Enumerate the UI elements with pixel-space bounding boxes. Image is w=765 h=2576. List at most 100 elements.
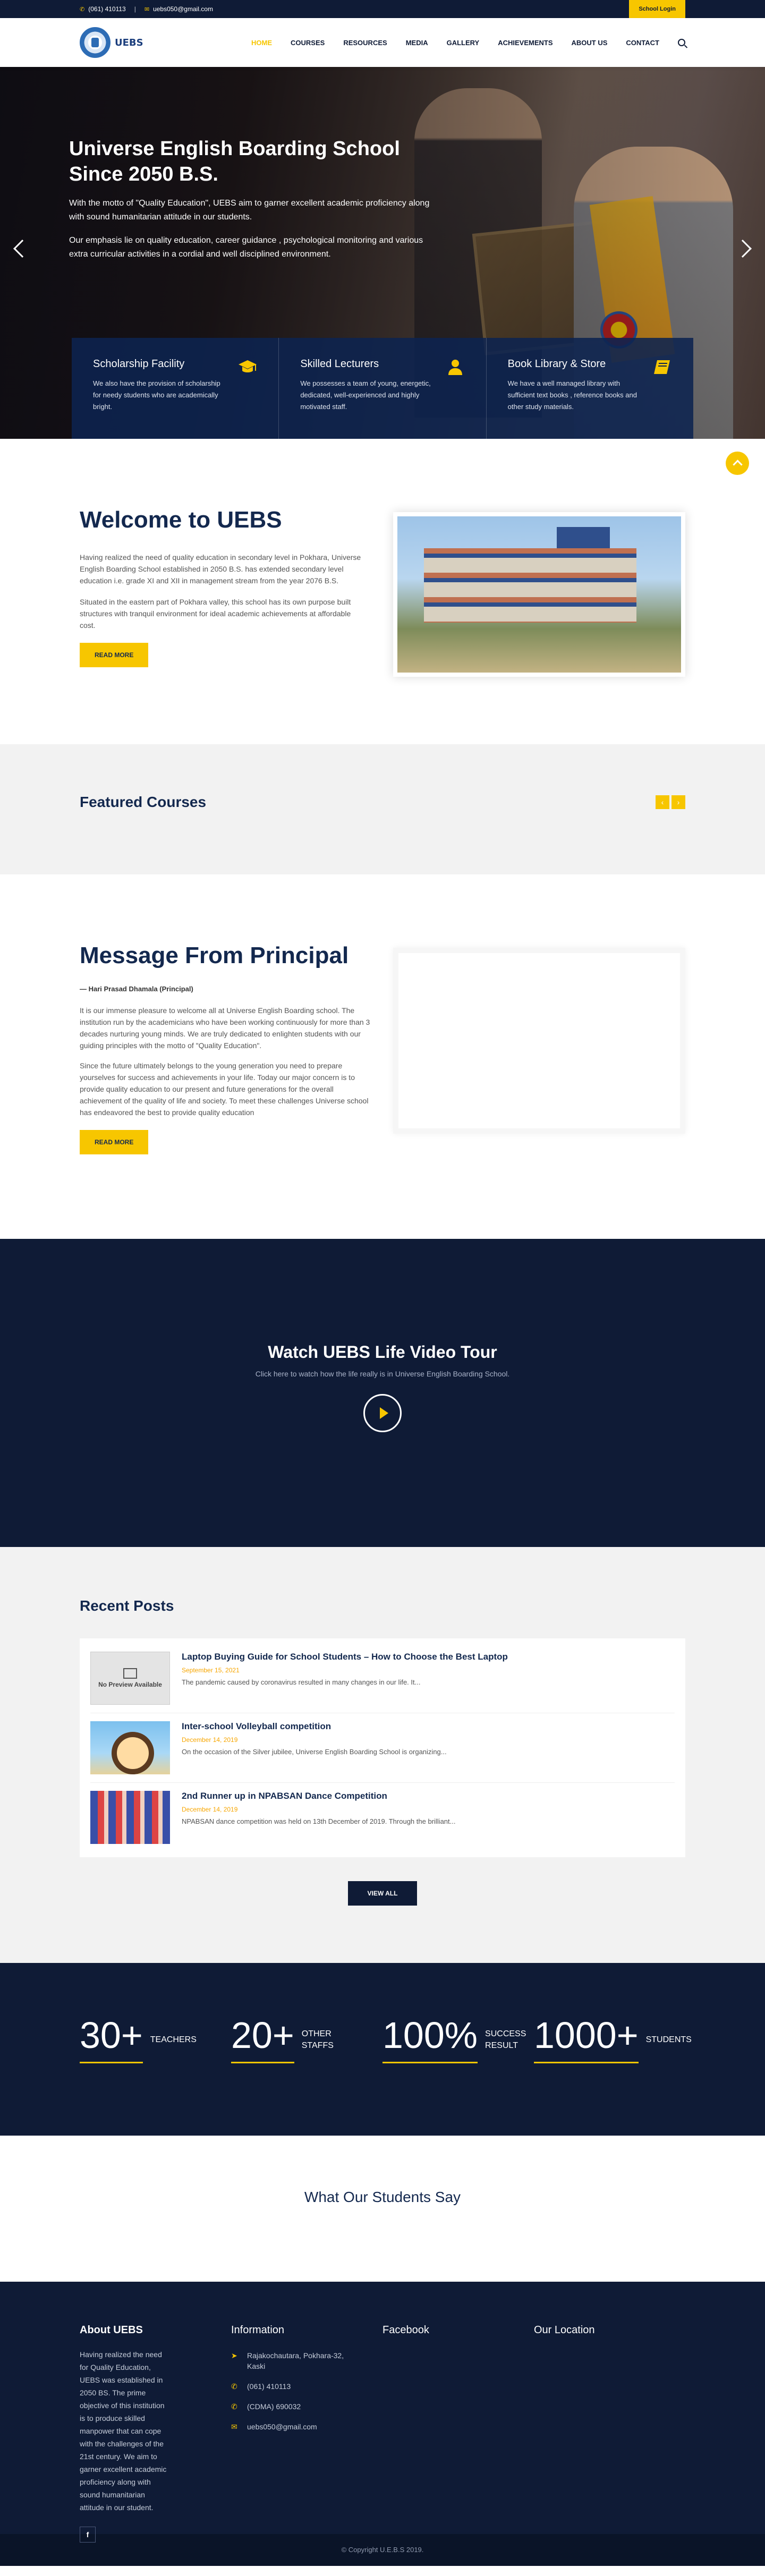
stat-number: 100% bbox=[382, 2014, 478, 2056]
nav-media[interactable]: MEDIA bbox=[406, 39, 428, 47]
footer-cdma-text: (CDMA) 690032 bbox=[247, 2402, 301, 2411]
post-title[interactable]: Inter-school Volleyball competition bbox=[182, 1721, 331, 1731]
footer-email-text: uebs050@gmail.com bbox=[247, 2422, 317, 2431]
post-excerpt: On the occasion of the Silver jubilee, U… bbox=[182, 1748, 447, 1756]
feature-library: Book Library & Store We have a well mana… bbox=[486, 338, 693, 439]
feature-title: Book Library & Store bbox=[507, 358, 606, 370]
header: UEBS HOME COURSES RESOURCES MEDIA GALLER… bbox=[0, 18, 765, 67]
envelope-icon: ✉ bbox=[231, 2422, 237, 2431]
hero-text-1: With the motto of "Quality Education", U… bbox=[69, 199, 430, 222]
principal-message-section: Message From Principal — Hari Prasad Dha… bbox=[0, 874, 765, 1239]
search-icon[interactable] bbox=[678, 39, 685, 46]
welcome-text-1: Having realized the need of quality educ… bbox=[80, 553, 361, 585]
footer-about-title: About UEBS bbox=[80, 2324, 143, 2336]
hero-slider: Universe English Boarding School Since 2… bbox=[0, 67, 765, 439]
video-tour-section: Watch UEBS Life Video Tour Click here to… bbox=[0, 1239, 765, 1547]
stat-label: OTHER STAFFS bbox=[301, 2029, 334, 2050]
no-preview-text: No Preview Available bbox=[98, 1681, 162, 1688]
post-title[interactable]: Laptop Buying Guide for School Students … bbox=[182, 1652, 508, 1662]
principal-signature: — Hari Prasad Dhamala (Principal) bbox=[80, 985, 193, 993]
post-thumbnail[interactable]: No Preview Available bbox=[90, 1652, 170, 1705]
feature-lecturers: Skilled Lecturers We possesses a team of… bbox=[279, 338, 487, 439]
courses-next-button[interactable]: › bbox=[672, 795, 685, 809]
principal-title: Message From Principal bbox=[80, 942, 349, 968]
footer-about: About UEBS Having realized the need for … bbox=[80, 2324, 231, 2543]
post-thumbnail[interactable] bbox=[90, 1721, 170, 1774]
testimonials-section: What Our Students Say bbox=[0, 2136, 765, 2282]
nav-gallery[interactable]: GALLERY bbox=[447, 39, 480, 47]
testimonials-title: What Our Students Say bbox=[304, 2189, 461, 2205]
building-tower bbox=[557, 527, 610, 551]
footer-facebook: Facebook bbox=[382, 2324, 534, 2543]
stat-teachers: 30+ TEACHERS bbox=[80, 2016, 231, 2063]
feature-boxes: Scholarship Facility We also have the pr… bbox=[72, 338, 693, 439]
feature-text: We also have the provision of scholarshi… bbox=[93, 379, 220, 411]
phone-icon: ✆ bbox=[231, 2402, 237, 2411]
feature-title: Scholarship Facility bbox=[93, 358, 185, 370]
footer-phone[interactable]: ✆ (061) 410113 bbox=[231, 2381, 364, 2392]
building bbox=[424, 548, 636, 623]
topbar-phone[interactable]: ✆ (061) 410113 bbox=[80, 5, 126, 13]
stat-other-staffs: 20+ OTHER STAFFS bbox=[231, 2016, 382, 2063]
welcome-text-column: Welcome to UEBS Having realized the need… bbox=[80, 507, 361, 677]
nav-contact[interactable]: CONTACT bbox=[626, 39, 659, 47]
nav-home[interactable]: HOME bbox=[251, 39, 272, 47]
image-icon bbox=[123, 1668, 137, 1679]
welcome-text-2: Situated in the eastern part of Pokhara … bbox=[80, 598, 351, 630]
stat-label: STUDENTS bbox=[645, 2035, 692, 2044]
footer-about-text: Having realized the need for Quality Edu… bbox=[80, 2350, 167, 2512]
topbar-separator: | bbox=[134, 5, 136, 13]
nav-courses[interactable]: COURSES bbox=[291, 39, 325, 47]
book-icon bbox=[653, 360, 670, 374]
stat-label: SUCCESS RESULT bbox=[485, 2029, 526, 2050]
stats-section: 30+ TEACHERS 20+ OTHER STAFFS 100% SUCCE… bbox=[0, 1963, 765, 2136]
phone-icon: ✆ bbox=[80, 6, 85, 13]
list-item[interactable]: No Preview Available Laptop Buying Guide… bbox=[90, 1644, 675, 1713]
facebook-icon[interactable]: f bbox=[80, 2527, 96, 2543]
feature-text: We have a well managed library with suff… bbox=[507, 379, 637, 411]
courses-prev-button[interactable]: ‹ bbox=[656, 795, 669, 809]
nav-about-us[interactable]: ABOUT US bbox=[572, 39, 608, 47]
main-nav: HOME COURSES RESOURCES MEDIA GALLERY ACH… bbox=[251, 39, 685, 47]
post-title[interactable]: 2nd Runner up in NPABSAN Dance Competiti… bbox=[182, 1791, 387, 1801]
stat-success-result: 100% SUCCESS RESULT bbox=[382, 2016, 534, 2063]
nav-resources[interactable]: RESOURCES bbox=[343, 39, 387, 47]
footer-information: Information ➤ Rajakochautara, Pokhara-32,… bbox=[231, 2324, 382, 2543]
featured-courses-title: Featured Courses bbox=[80, 794, 207, 810]
copyright-text: © Copyright U.E.B.S 2019. bbox=[341, 2546, 424, 2554]
list-item[interactable]: 2nd Runner up in NPABSAN Dance Competiti… bbox=[90, 1783, 675, 1852]
play-icon[interactable] bbox=[363, 1394, 402, 1432]
footer-location-title: Our Location bbox=[534, 2324, 595, 2336]
hero-content: Universe English Boarding School Since 2… bbox=[69, 136, 430, 261]
principal-text-1: It is our immense pleasure to welcome al… bbox=[80, 1006, 370, 1050]
video-subtitle[interactable]: Click here to watch how the life really … bbox=[0, 1370, 765, 1378]
post-date: December 14, 2019 bbox=[182, 1736, 238, 1744]
scroll-to-top-button[interactable] bbox=[726, 452, 749, 475]
feature-title: Skilled Lecturers bbox=[300, 358, 379, 370]
feature-text: We possesses a team of young, energetic,… bbox=[300, 379, 431, 411]
footer-email[interactable]: ✉ uebs050@gmail.com bbox=[231, 2421, 364, 2432]
welcome-read-more-button[interactable]: READ MORE bbox=[80, 643, 149, 667]
stat-label: TEACHERS bbox=[150, 2035, 197, 2044]
stat-number: 1000+ bbox=[534, 2014, 639, 2056]
principal-read-more-button[interactable]: READ MORE bbox=[80, 1130, 149, 1154]
logo[interactable]: UEBS bbox=[80, 27, 143, 58]
welcome-title: Welcome to UEBS bbox=[80, 507, 282, 533]
post-thumbnail[interactable] bbox=[90, 1791, 170, 1844]
recent-posts-title: Recent Posts bbox=[80, 1597, 174, 1614]
footer-address: ➤ Rajakochautara, Pokhara-32, Kaski bbox=[231, 2350, 364, 2371]
view-all-button[interactable]: VIEW ALL bbox=[348, 1881, 417, 1906]
stat-number-wrapper: 30+ bbox=[80, 2016, 143, 2063]
logo-text: UEBS bbox=[115, 37, 143, 48]
footer-cdma[interactable]: ✆ (CDMA) 690032 bbox=[231, 2401, 364, 2412]
school-login-button[interactable]: School Login bbox=[629, 0, 685, 18]
footer-facebook-title: Facebook bbox=[382, 2324, 429, 2336]
post-date: December 14, 2019 bbox=[182, 1806, 238, 1813]
footer-address-text: Rajakochautara, Pokhara-32, Kaski bbox=[247, 2351, 344, 2370]
school-seal-icon bbox=[80, 27, 110, 58]
topbar-email[interactable]: ✉ uebs050@gmail.com bbox=[144, 5, 213, 13]
footer-info-list: ➤ Rajakochautara, Pokhara-32, Kaski ✆ (061… bbox=[231, 2350, 382, 2432]
list-item[interactable]: Inter-school Volleyball competition Dece… bbox=[90, 1713, 675, 1783]
nav-achievements[interactable]: ACHIEVEMENTS bbox=[498, 39, 552, 47]
footer-phone-text: (061) 410113 bbox=[247, 2382, 291, 2391]
